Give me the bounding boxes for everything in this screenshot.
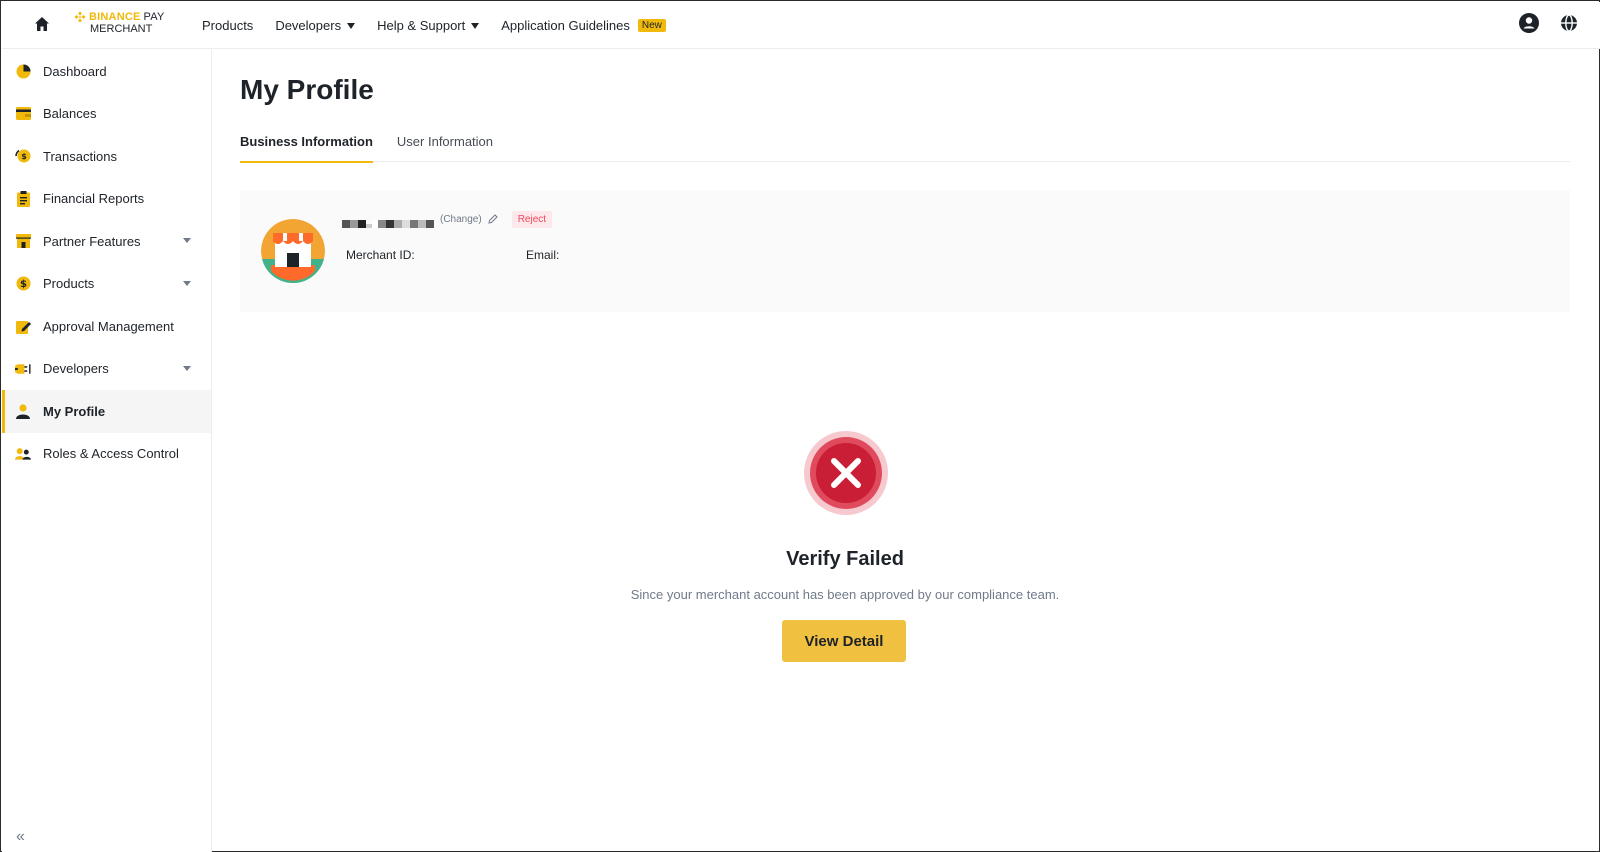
- nav-products[interactable]: Products: [202, 18, 253, 33]
- nav-application-guidelines-label: Application Guidelines: [501, 18, 630, 33]
- store-icon: [15, 233, 31, 249]
- sidebar-item-developers[interactable]: Developers: [2, 348, 211, 391]
- top-navbar: BINANCE PAY MERCHANT Products Developers…: [2, 2, 1600, 49]
- verify-failed-icon: [803, 430, 889, 516]
- logo-brand: BINANCE: [89, 11, 141, 23]
- status-title: Verify Failed: [786, 548, 904, 570]
- nav-help-support-label: Help & Support: [377, 18, 466, 33]
- plug-icon: [15, 361, 31, 377]
- view-detail-button[interactable]: View Detail: [782, 620, 906, 662]
- edit-pencil-icon[interactable]: [488, 214, 498, 224]
- merchant-info-row: Merchant ID: Email:: [346, 248, 706, 262]
- sidebar-item-balances[interactable]: Balances: [2, 93, 211, 136]
- sidebar-item-label: Approval Management: [43, 318, 174, 334]
- tab-user-information[interactable]: User Information: [397, 130, 493, 162]
- dashboard-icon: [15, 63, 31, 79]
- nav-products-label: Products: [202, 18, 254, 33]
- sidebar: Dashboard Balances $ Transactions Financ…: [2, 50, 212, 852]
- nav-application-guidelines[interactable]: Application Guidelines New: [501, 18, 666, 33]
- user-icon: [15, 403, 31, 419]
- clipboard-icon: [15, 190, 31, 207]
- merchant-name-row: (Change) Reject: [342, 210, 553, 228]
- chevron-down-icon: [183, 238, 191, 243]
- main-content: My Profile Business Information User Inf…: [213, 50, 1600, 852]
- sidebar-item-transactions[interactable]: $ Transactions: [2, 135, 211, 178]
- nav-developers-label: Developers: [275, 18, 342, 33]
- page-title: My Profile: [240, 74, 374, 105]
- home-icon[interactable]: [30, 12, 54, 36]
- logo-subtitle: MERCHANT: [90, 23, 153, 35]
- binance-pay-logo[interactable]: BINANCE PAY MERCHANT: [74, 11, 165, 37]
- svg-text:$: $: [20, 279, 27, 290]
- globe-icon[interactable]: [1558, 12, 1580, 34]
- redacted-merchant-name: [342, 210, 434, 228]
- users-icon: [15, 446, 31, 462]
- status-description: Since your merchant account has been app…: [630, 587, 1060, 602]
- change-name-link[interactable]: (Change): [440, 214, 482, 225]
- top-right-actions: [1518, 12, 1580, 34]
- tab-business-information[interactable]: Business Information: [240, 130, 373, 163]
- sidebar-item-label: Roles & Access Control: [43, 446, 179, 462]
- sidebar-item-label: Partner Features: [43, 233, 141, 249]
- nav-help-support[interactable]: Help & Support: [377, 18, 480, 33]
- sidebar-item-label: My Profile: [43, 403, 106, 419]
- sidebar-item-label: Transactions: [43, 148, 117, 164]
- caret-down-icon: [347, 22, 356, 29]
- account-icon[interactable]: [1518, 12, 1540, 34]
- caret-down-icon: [471, 22, 480, 29]
- sidebar-item-financial-reports[interactable]: Financial Reports: [2, 178, 211, 221]
- transactions-icon: $: [15, 148, 31, 164]
- merchant-id-label: Merchant ID:: [346, 248, 415, 262]
- sidebar-item-products[interactable]: $ Products: [2, 263, 211, 306]
- sidebar-item-roles-access-control[interactable]: Roles & Access Control: [2, 433, 211, 476]
- sidebar-item-my-profile[interactable]: My Profile: [2, 390, 211, 433]
- chevron-down-icon: [183, 280, 191, 286]
- sidebar-item-label: Products: [43, 276, 95, 292]
- profile-tabs: Business Information User Information: [240, 130, 1570, 163]
- edit-icon: [15, 318, 31, 334]
- new-badge: New: [637, 19, 666, 32]
- email-label: Email:: [526, 248, 560, 262]
- app-window: BINANCE PAY MERCHANT Products Developers…: [0, 0, 1600, 852]
- svg-text:$: $: [21, 152, 27, 161]
- merchant-profile-card: (Change) Reject Merchant ID: Email:: [240, 190, 1570, 312]
- logo-product: PAY: [143, 11, 165, 23]
- sidebar-item-dashboard[interactable]: Dashboard: [2, 50, 211, 93]
- nav-developers[interactable]: Developers: [275, 18, 356, 33]
- sidebar-item-label: Balances: [43, 106, 97, 122]
- dollar-coin-icon: $: [15, 276, 31, 292]
- sidebar-item-partner-features[interactable]: Partner Features: [2, 220, 211, 263]
- top-nav-menu: Products Developers Help & Support Appli…: [202, 2, 688, 49]
- wallet-icon: [15, 106, 31, 122]
- sidebar-item-label: Financial Reports: [43, 191, 145, 207]
- sidebar-collapse-icon[interactable]: «: [16, 828, 25, 846]
- sidebar-item-label: Developers: [43, 361, 109, 377]
- sidebar-item-approval-management[interactable]: Approval Management: [2, 305, 211, 348]
- chevron-down-icon: [183, 365, 191, 371]
- status-badge: Reject: [511, 210, 553, 228]
- binance-logo-icon: [74, 11, 86, 23]
- merchant-store-avatar: [261, 219, 325, 283]
- sidebar-item-label: Dashboard: [43, 63, 107, 79]
